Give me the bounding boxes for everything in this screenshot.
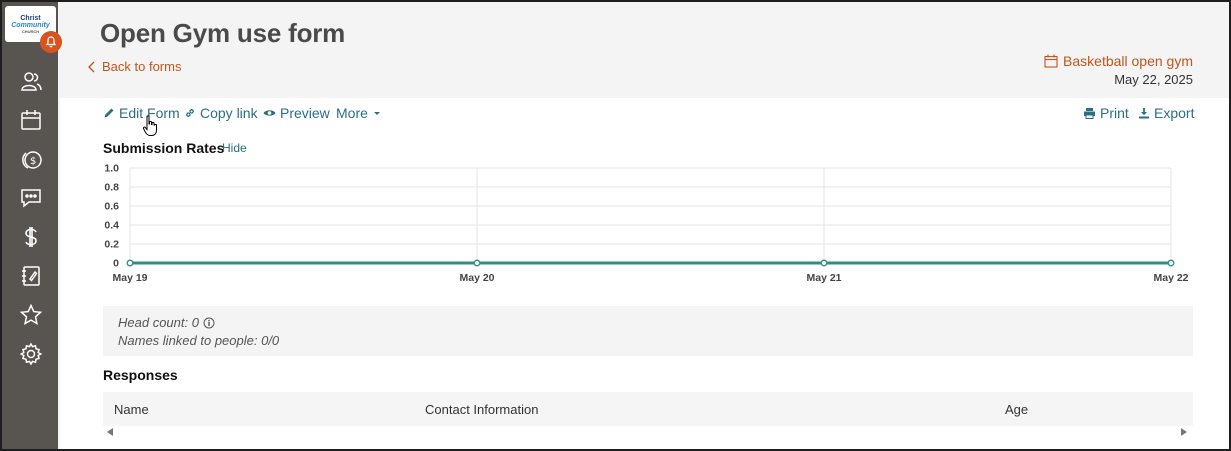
y-tick-label: 0.8 [104, 182, 119, 194]
calendar-icon[interactable] [19, 108, 43, 132]
download-icon [1139, 108, 1149, 119]
column-header-contact[interactable]: Contact Information [425, 402, 538, 417]
info-icon[interactable] [203, 317, 215, 329]
pencil-icon [104, 108, 114, 118]
copy-link-button[interactable]: Copy link [184, 105, 258, 121]
svg-text:$: $ [30, 156, 36, 167]
calendar-small-icon [1044, 54, 1058, 68]
dollar-icon[interactable] [19, 225, 43, 249]
column-header-name[interactable]: Name [114, 402, 149, 417]
chat-icon[interactable] [19, 186, 43, 210]
hand-cursor-icon [142, 115, 157, 136]
responses-title: Responses [103, 367, 178, 383]
notification-bell-icon[interactable] [40, 31, 62, 53]
logo-line2: Community [11, 21, 50, 29]
main-area: Open Gym use form Back to forms Basketba… [60, 2, 1229, 449]
names-linked-row: Names linked to people: 0/0 [118, 332, 1178, 350]
export-button[interactable]: Export [1138, 105, 1194, 121]
event-link[interactable]: Basketball open gym [1044, 53, 1193, 69]
y-tick-label: 0.4 [104, 220, 119, 232]
data-point [126, 259, 134, 267]
event-name: Basketball open gym [1063, 53, 1193, 69]
back-to-forms-link[interactable]: Back to forms [88, 59, 181, 74]
scroll-left-arrow-icon[interactable] [107, 428, 113, 436]
more-dropdown-button[interactable]: More [336, 105, 382, 121]
x-tick-label: May 21 [806, 272, 841, 284]
logo-line1: Christ [20, 14, 41, 22]
app-window: Christ Community CHURCH $ Open Gym use f… [0, 0, 1231, 451]
logo-line3: CHURCH [21, 28, 40, 34]
sidebar: Christ Community CHURCH $ [2, 2, 62, 449]
print-button[interactable]: Print [1083, 105, 1129, 121]
y-tick-label: 0.2 [104, 239, 119, 251]
printer-icon [1084, 108, 1095, 119]
eye-icon [263, 110, 276, 116]
people-icon[interactable] [19, 69, 43, 93]
page-title: Open Gym use form [100, 18, 346, 48]
preview-label: Preview [280, 105, 330, 121]
x-tick-label: May 19 [112, 272, 147, 284]
notebook-icon[interactable] [19, 264, 43, 288]
x-tick-label: May 22 [1153, 272, 1188, 284]
column-header-age[interactable]: Age [1005, 402, 1028, 417]
link-icon [186, 109, 194, 117]
y-tick-label: 1.0 [104, 163, 119, 175]
export-label: Export [1154, 105, 1195, 121]
x-tick-label: May 20 [459, 272, 494, 284]
caret-down-icon [373, 112, 380, 115]
submission-rates-chart: 1.0 0.8 0.6 0.4 0.2 0 May 19 May 20 May 21 May 22 [104, 163, 1188, 285]
head-count-row: Head count: 0 [118, 314, 1178, 332]
form-content-panel: Edit Form Copy link Preview More Print E… [60, 98, 1229, 449]
data-point [473, 259, 481, 267]
star-icon[interactable] [19, 303, 43, 327]
scroll-right-arrow-icon[interactable] [1181, 428, 1187, 436]
copy-link-label: Copy link [200, 105, 258, 121]
data-point [820, 259, 828, 267]
chevron-left-icon [88, 61, 95, 72]
gear-icon[interactable] [19, 342, 43, 366]
stats-box: Head count: 0 Names linked to people: 0/… [103, 306, 1193, 356]
preview-button[interactable]: Preview [263, 105, 330, 121]
responses-table-header: Name Contact Information Age [103, 392, 1193, 426]
back-to-forms-label: Back to forms [102, 59, 182, 74]
names-linked-text: Names linked to people: 0/0 [118, 333, 280, 348]
data-point [1167, 259, 1175, 267]
more-label: More [336, 105, 368, 121]
y-tick-label: 0.6 [104, 201, 119, 213]
giving-coin-icon[interactable]: $ [19, 147, 43, 171]
hide-chart-link[interactable]: Hide [222, 141, 247, 155]
submission-rates-title: Submission Rates [103, 140, 225, 156]
head-count-text: Head count: 0 [118, 315, 199, 330]
y-tick-label: 0 [113, 258, 119, 270]
event-date: May 22, 2025 [1114, 72, 1193, 87]
print-label: Print [1100, 105, 1129, 121]
